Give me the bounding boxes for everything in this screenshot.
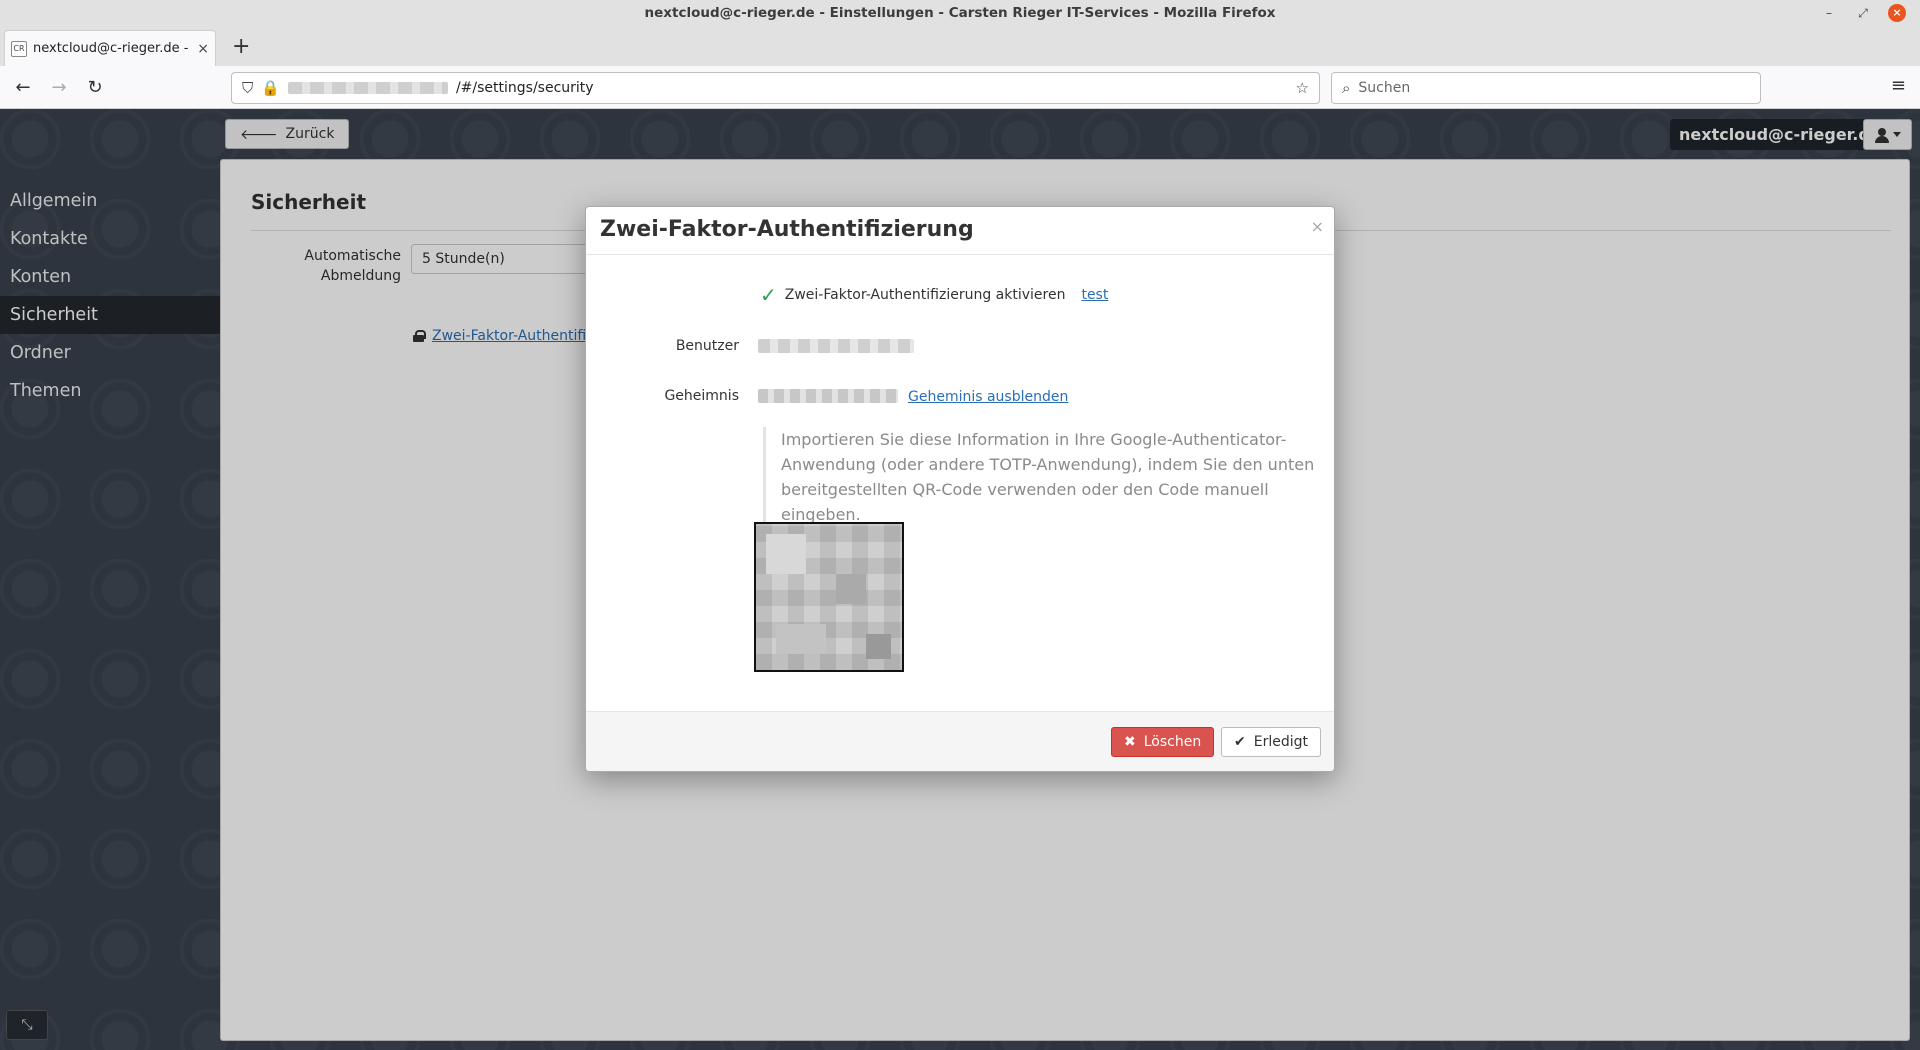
hide-secret-link[interactable]: Geheminis ausblenden [908,389,1068,405]
minimize-icon[interactable]: – [1820,4,1838,22]
secret-value-redacted [758,389,898,403]
dialog-title: Zwei-Faktor-Authentifizierung [600,217,974,242]
delete-button[interactable]: ✖ Löschen [1111,727,1215,757]
navigation-toolbar: ← → ↻ ⛉ 🔒 /#/settings/security ☆ ⌕ Suche… [0,66,1920,109]
user-label: Benutzer [675,338,739,354]
tab-strip: CR nextcloud@c-rieger.de - Einstellungen… [0,28,1920,66]
search-placeholder: Suchen [1358,80,1411,96]
done-button[interactable]: ✔ Erledigt [1221,727,1321,757]
check-icon: ✔ [1234,734,1246,750]
reload-icon[interactable]: ↻ [82,75,108,101]
browser-tab[interactable]: CR nextcloud@c-rieger.de - Einstellungen… [4,30,216,66]
url-path: /#/settings/security [455,80,594,96]
url-bar[interactable]: ⛉ 🔒 /#/settings/security ☆ [231,72,1320,104]
favicon-icon: CR [11,40,27,57]
window-titlebar: nextcloud@c-rieger.de - Einstellungen - … [0,0,1920,28]
new-tab-button[interactable]: + [232,34,250,60]
done-button-label: Erledigt [1253,734,1308,750]
activate-row: ✓ Zwei-Faktor-Authentifizierung aktivier… [760,285,1108,305]
forward-arrow-icon[interactable]: → [46,75,72,101]
x-icon: ✖ [1124,734,1136,750]
qr-code-image [754,522,904,672]
checkmark-icon: ✓ [760,283,777,307]
tab-close-icon[interactable]: × [197,41,209,57]
back-arrow-icon[interactable]: ← [10,75,36,101]
search-icon: ⌕ [1342,79,1351,97]
twofa-dialog: Zwei-Faktor-Authentifizierung × ✓ Zwei-F… [585,206,1335,772]
user-value-redacted [758,339,914,353]
dialog-footer: ✖ Löschen ✔ Erledigt [586,711,1334,771]
tab-title: nextcloud@c-rieger.de - Einstellungen [33,41,191,56]
activate-test-link[interactable]: test [1081,287,1108,303]
totp-hint: Importieren Sie diese Information in Ihr… [763,427,1323,527]
shield-icon[interactable]: ⛉ [242,79,253,97]
maximize-icon[interactable]: ⤢ [1854,4,1872,22]
hamburger-menu-icon[interactable]: ≡ [1891,75,1906,96]
url-host-redacted [287,82,448,94]
window-controls: – ⤢ × [1820,4,1906,22]
close-icon[interactable]: × [1311,217,1324,236]
window-close-icon[interactable]: × [1888,4,1906,22]
bookmark-star-icon[interactable]: ☆ [1296,79,1309,97]
activate-label: Zwei-Faktor-Authentifizierung aktivieren [784,287,1066,303]
dialog-header: Zwei-Faktor-Authentifizierung × [586,207,1334,255]
window-title: nextcloud@c-rieger.de - Einstellungen - … [644,5,1276,21]
secret-label: Geheimnis [664,388,739,404]
delete-button-label: Löschen [1143,734,1202,750]
lock-icon[interactable]: 🔒 [261,79,280,97]
search-input[interactable]: ⌕ Suchen [1331,72,1761,104]
